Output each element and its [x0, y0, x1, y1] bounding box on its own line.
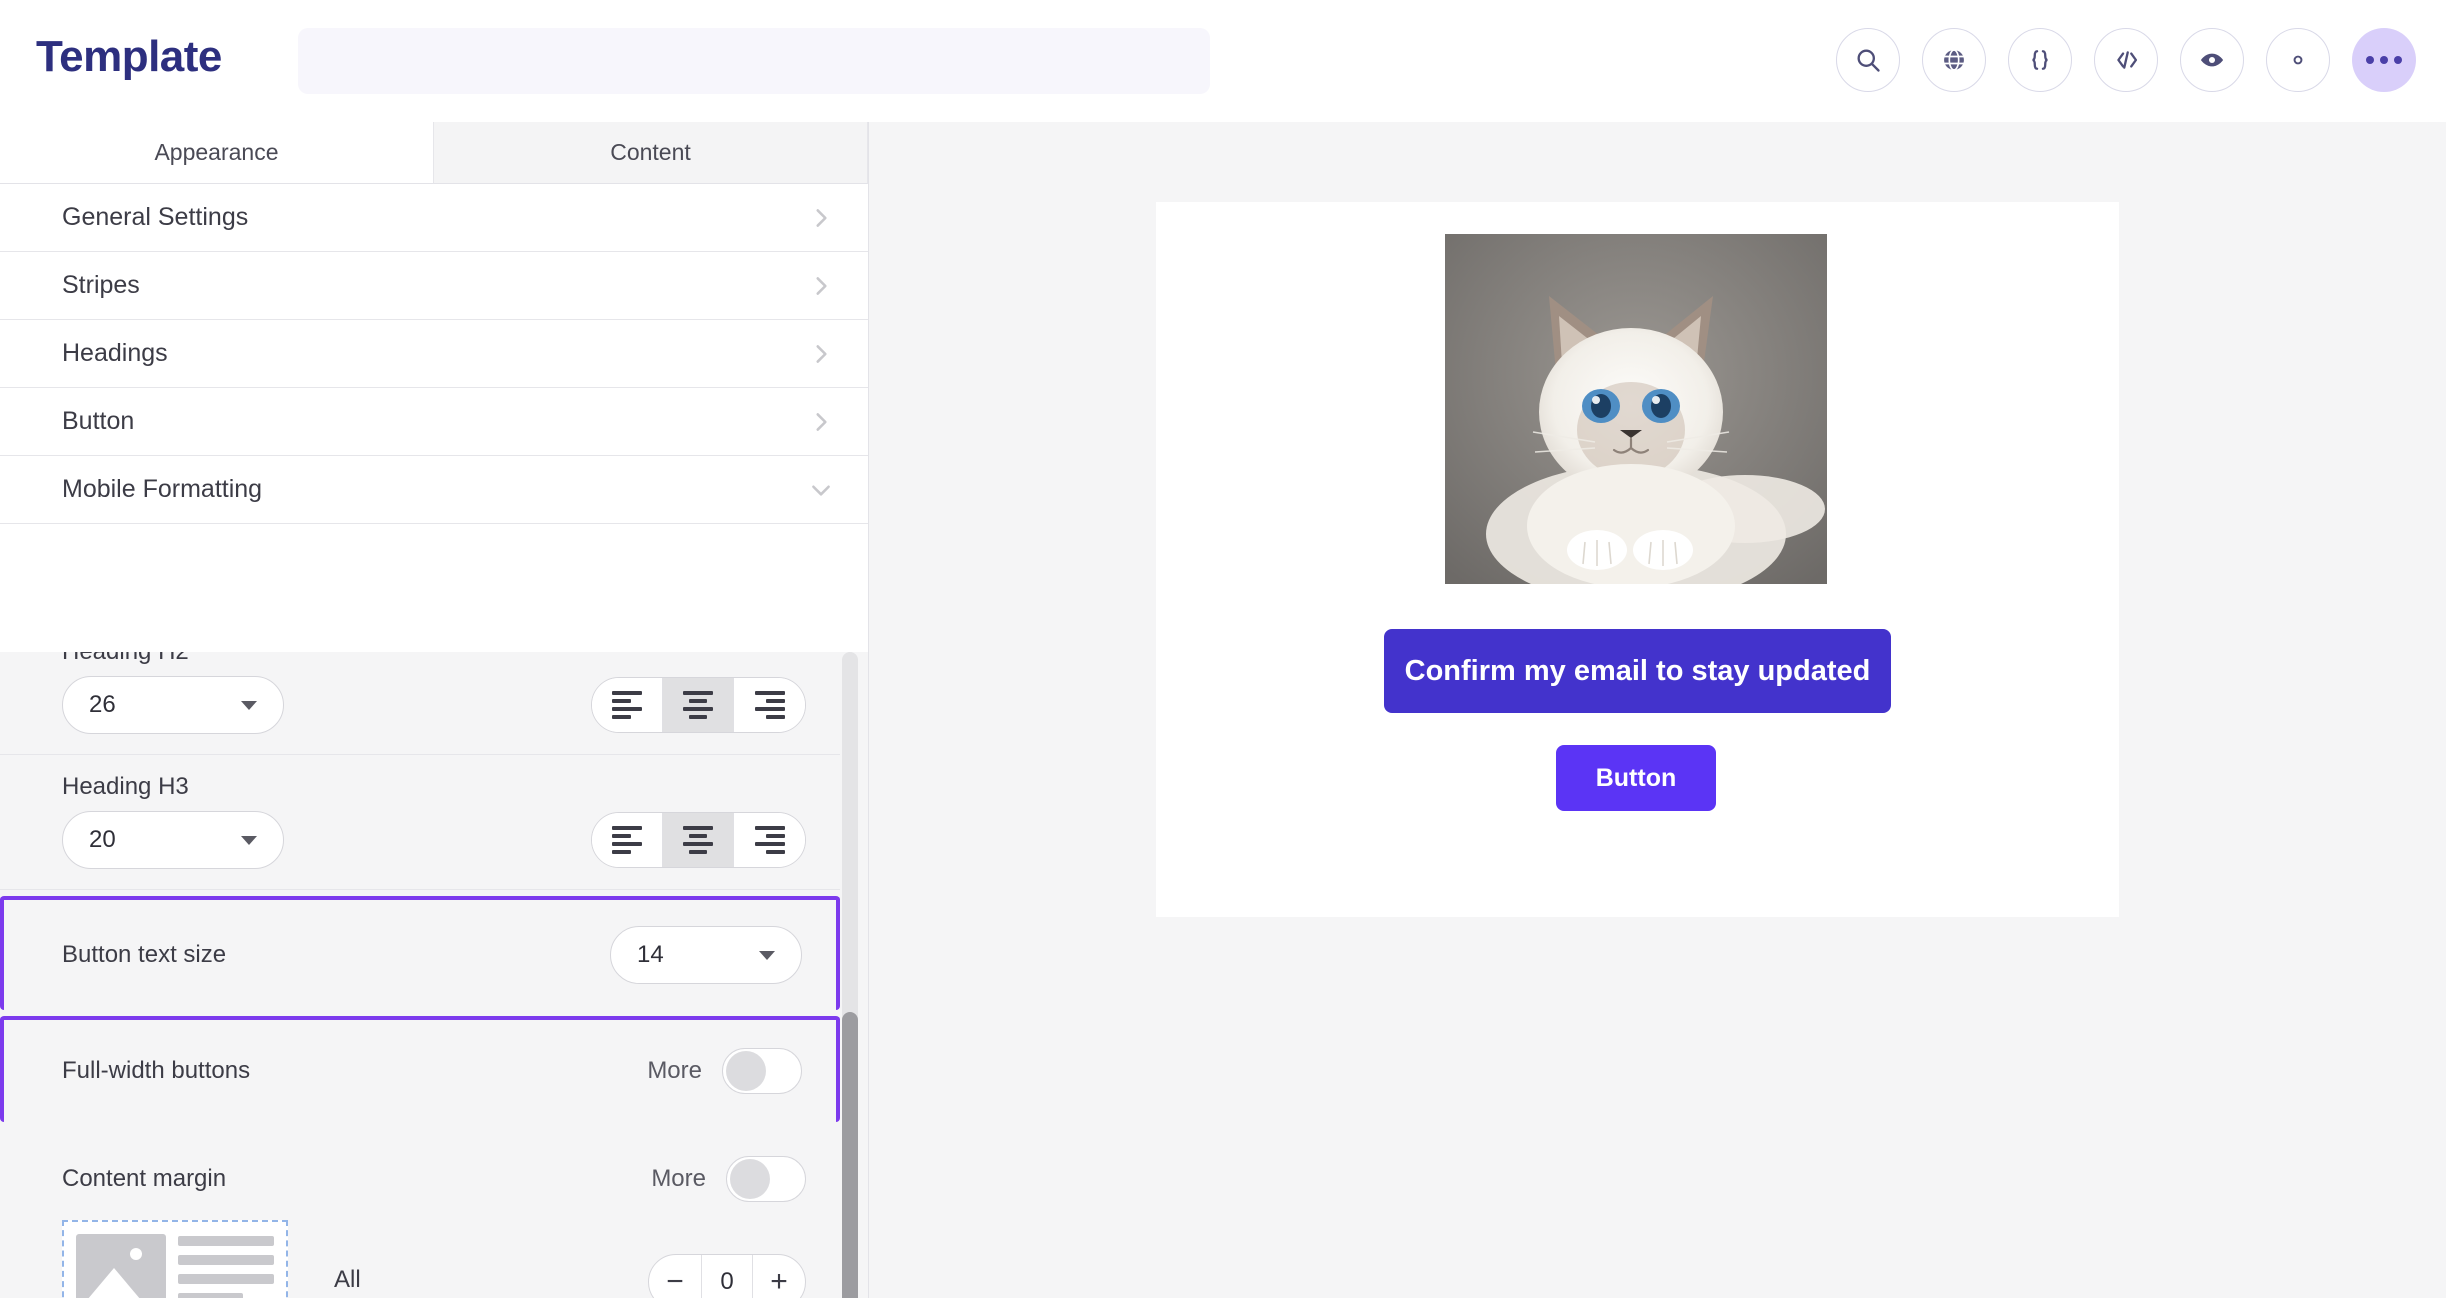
page-title: Template [36, 32, 222, 81]
field-button-text-size: Button text size 14 [0, 896, 840, 1010]
field-label: Full-width buttons [62, 1057, 251, 1084]
accordion-general-settings[interactable]: General Settings [0, 184, 868, 252]
placeholder-text-lines [178, 1234, 274, 1298]
chevron-down-icon [241, 700, 257, 710]
increment-button[interactable]: + [753, 1255, 805, 1298]
settings-scroll-area[interactable]: Heading H2 26 [0, 652, 868, 1298]
align-left-icon [612, 691, 642, 719]
chevron-down-icon [759, 950, 775, 960]
align-right-icon [754, 691, 785, 719]
margin-all-value[interactable]: 0 [701, 1255, 753, 1298]
image-placeholder-icon [76, 1234, 166, 1298]
align-center-button[interactable] [663, 678, 734, 732]
top-bar: Template [0, 0, 2446, 122]
button-text-size-select[interactable]: 14 [610, 926, 802, 984]
chevron-right-icon [808, 409, 834, 435]
accordion-label: Stripes [62, 271, 140, 299]
search-input[interactable] [298, 28, 1210, 94]
align-right-button[interactable] [734, 678, 805, 732]
more-icon[interactable] [2352, 28, 2416, 92]
field-label: Heading H2 [62, 652, 806, 666]
primary-cta-button[interactable]: Confirm my email to stay updated [1384, 629, 1891, 713]
chevron-down-icon [808, 477, 834, 503]
braces-icon[interactable] [2008, 28, 2072, 92]
align-left-button[interactable] [592, 813, 663, 867]
heading-h3-alignment-group [591, 812, 806, 868]
heading-h2-size-select[interactable]: 26 [62, 676, 284, 734]
align-right-button[interactable] [734, 813, 805, 867]
select-value: 20 [89, 826, 116, 853]
margin-preview-thumbnail[interactable] [62, 1220, 288, 1298]
more-label[interactable]: More [651, 1165, 706, 1193]
accordion-label: Headings [62, 339, 168, 367]
content-margin-editor: All − 0 + [62, 1220, 806, 1298]
globe-icon[interactable] [1922, 28, 1986, 92]
field-content-margin: Content margin More All − 0 + [0, 1128, 840, 1298]
content-margin-toggle[interactable] [726, 1156, 806, 1202]
settings-panel: Appearance Content General Settings Stri… [0, 122, 869, 1298]
field-full-width-buttons: Full-width buttons More [0, 1016, 840, 1122]
gear-icon[interactable] [2266, 28, 2330, 92]
more-dots [2366, 56, 2402, 64]
select-value: 14 [637, 941, 664, 968]
tab-content[interactable]: Content [433, 122, 868, 184]
search-icon[interactable] [1836, 28, 1900, 92]
heading-h2-alignment-group [591, 677, 806, 733]
toggle-knob [726, 1051, 766, 1091]
chevron-right-icon [808, 341, 834, 367]
decrement-button[interactable]: − [649, 1255, 701, 1298]
code-icon[interactable] [2094, 28, 2158, 92]
tab-appearance[interactable]: Appearance [0, 122, 433, 184]
email-canvas: Confirm my email to stay updated Button [1156, 202, 2119, 917]
eye-icon[interactable] [2180, 28, 2244, 92]
margin-all-stepper: − 0 + [648, 1254, 806, 1298]
accordion-button[interactable]: Button [0, 388, 868, 456]
align-center-icon [683, 691, 713, 719]
accordion-label: General Settings [62, 203, 249, 231]
topbar-icon-group [1836, 28, 2416, 92]
tab-bar: Appearance Content [0, 122, 868, 184]
field-heading-h3: Heading H3 20 [0, 755, 840, 890]
accordion-stripes[interactable]: Stripes [0, 252, 868, 320]
select-value: 26 [89, 691, 116, 718]
field-label: Content margin [62, 1165, 227, 1192]
cat-photo[interactable] [1445, 234, 1827, 584]
field-label: Button text size [62, 941, 227, 968]
align-right-icon [754, 826, 785, 854]
field-label: Heading H3 [62, 773, 189, 800]
chevron-right-icon [808, 273, 834, 299]
accordion-mobile-formatting[interactable]: Mobile Formatting [0, 456, 868, 524]
margin-all-label: All [334, 1266, 361, 1293]
align-left-button[interactable] [592, 678, 663, 732]
align-center-icon [683, 826, 713, 854]
align-center-button[interactable] [663, 813, 734, 867]
settings-scrollbar-thumb[interactable] [842, 1012, 858, 1298]
chevron-down-icon [241, 835, 257, 845]
full-width-buttons-toggle[interactable] [722, 1048, 802, 1094]
toggle-knob [730, 1159, 770, 1199]
secondary-button[interactable]: Button [1556, 745, 1716, 811]
accordion-label: Button [62, 407, 135, 435]
more-label[interactable]: More [647, 1057, 702, 1085]
chevron-right-icon [808, 205, 834, 231]
accordion-label: Mobile Formatting [62, 475, 263, 503]
heading-h3-size-select[interactable]: 20 [62, 811, 284, 869]
email-preview-area: Confirm my email to stay updated Button [869, 122, 2446, 1298]
accordion-headings[interactable]: Headings [0, 320, 868, 388]
align-left-icon [612, 826, 642, 854]
field-heading-h2: Heading H2 26 [0, 652, 840, 755]
